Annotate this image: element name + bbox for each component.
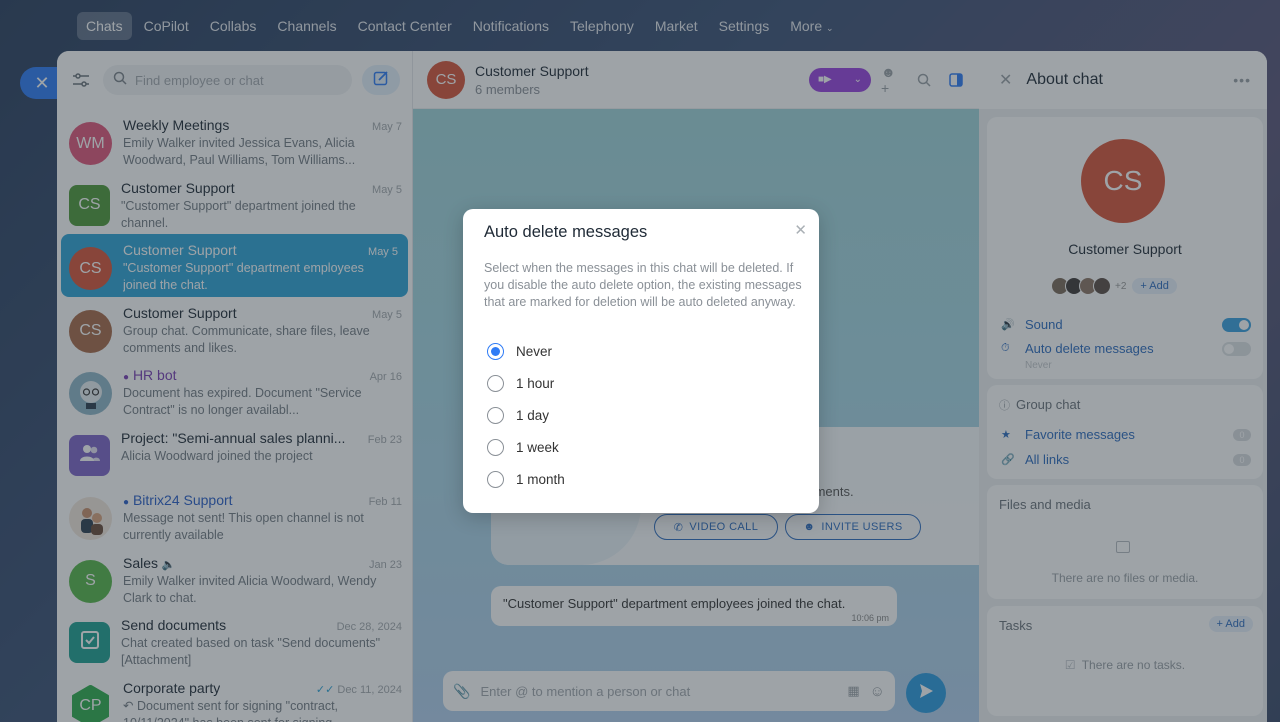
option-label: 1 day (516, 408, 550, 423)
option-1-day[interactable]: 1 day (487, 407, 549, 424)
radio-button[interactable] (487, 439, 504, 456)
option-label: 1 week (516, 440, 559, 455)
option-1-hour[interactable]: 1 hour (487, 375, 554, 392)
option-label: Never (516, 344, 553, 359)
dialog-close-icon[interactable]: ✕ (794, 221, 807, 239)
option-1-month[interactable]: 1 month (487, 471, 565, 488)
option-never[interactable]: Never (487, 343, 552, 360)
option-label: 1 hour (516, 376, 555, 391)
option-1-week[interactable]: 1 week (487, 439, 559, 456)
dialog-title: Auto delete messages (484, 223, 648, 241)
option-label: 1 month (516, 472, 565, 487)
dialog-description: Select when the messages in this chat wi… (484, 261, 802, 309)
radio-button[interactable] (487, 471, 504, 488)
radio-button[interactable] (487, 407, 504, 424)
radio-button[interactable] (487, 343, 504, 360)
radio-button[interactable] (487, 375, 504, 392)
auto-delete-dialog: Auto delete messages ✕ Select when the m… (463, 209, 819, 513)
